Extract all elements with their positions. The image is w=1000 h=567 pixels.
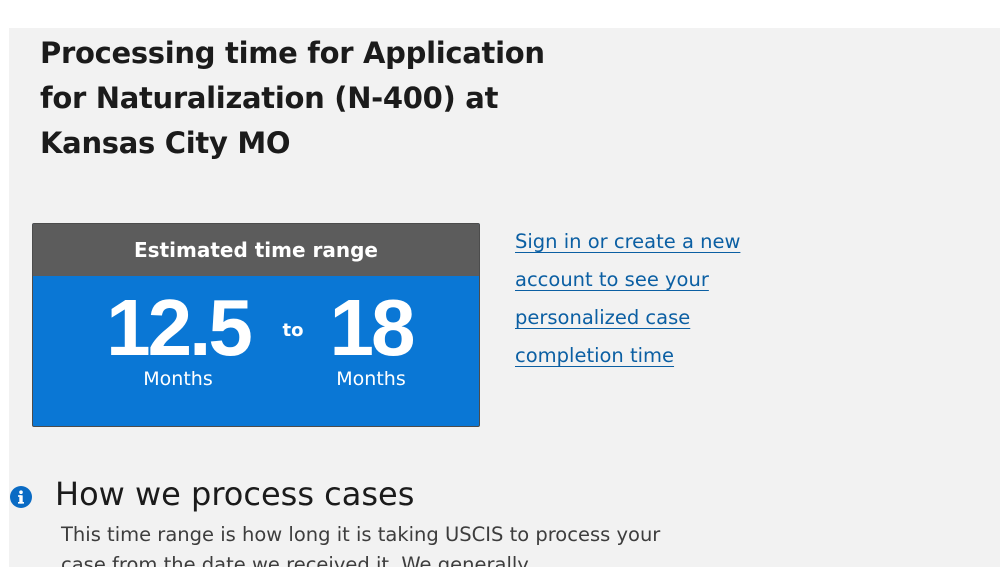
time-range-values: 12.5 Months to 18 Months <box>33 276 479 426</box>
range-low-unit: Months <box>143 368 213 390</box>
time-range-header: Estimated time range <box>33 224 479 276</box>
range-low-value: 12.5 <box>106 283 253 372</box>
range-low: 12.5 Months <box>88 283 268 390</box>
range-high-value: 18 <box>329 283 416 372</box>
range-high: 18 Months <box>281 283 461 390</box>
estimated-time-range-card: Estimated time range 12.5 Months to 18 M… <box>32 223 480 427</box>
info-icon <box>10 486 32 508</box>
range-high-unit: Months <box>336 368 406 390</box>
page-title: Processing time for Application for Natu… <box>40 36 545 160</box>
page-content: Processing time for Application for Natu… <box>9 28 1000 567</box>
section-body-text: This time range is how long it is taking… <box>61 523 661 567</box>
section-heading: How we process cases <box>55 475 415 513</box>
sign-in-link[interactable]: Sign in or create a new account to see y… <box>515 223 785 375</box>
